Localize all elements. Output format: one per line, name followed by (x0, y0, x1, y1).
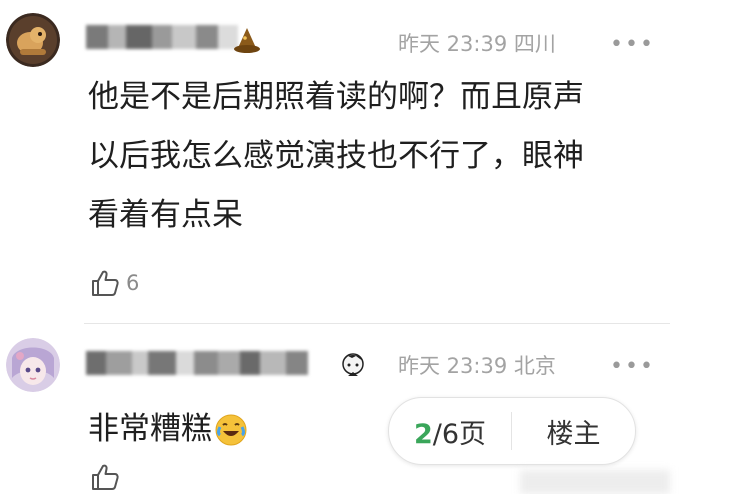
owner-only-button[interactable]: 楼主 (512, 412, 635, 451)
avatar[interactable] (6, 13, 60, 67)
blurred-region (520, 470, 670, 494)
thumbs-up-icon (92, 270, 119, 296)
total-pages: /6页 (432, 418, 487, 450)
like-button[interactable]: 6 (90, 268, 139, 298)
comment-meta: 昨天 23:39 四川 (398, 28, 556, 58)
comment-meta: 昨天 23:39 北京 (398, 350, 556, 380)
comment-time: 昨天 23:39 (398, 354, 508, 378)
comment-item: 昨天 23:39 四川 ••• 他是不是后期照着读的啊？而且原声 以后我怎么感觉… (0, 0, 754, 320)
comment-text: 非常糟糕 (88, 400, 248, 459)
wizard-hat-icon (232, 26, 262, 56)
comment-text: 他是不是后期照着读的啊？而且原声 以后我怎么感觉演技也不行了，眼神 看着有点呆 (88, 68, 584, 245)
comment-text-line: 非常糟糕 (88, 411, 212, 447)
comment-location: 四川 (513, 32, 556, 56)
comment-text-line: 他是不是后期照着读的啊？而且原声 (88, 79, 584, 115)
current-page: 2 (413, 418, 433, 450)
more-options-icon[interactable]: ••• (610, 356, 655, 378)
username-blurred[interactable] (86, 348, 308, 378)
more-options-icon[interactable]: ••• (610, 34, 655, 56)
crying-laughing-emoji-icon (215, 414, 247, 445)
thumbs-up-icon (92, 464, 119, 490)
divider (84, 323, 670, 324)
avatar[interactable] (6, 338, 60, 392)
comment-location: 北京 (513, 354, 556, 378)
page-navigator: 2/6页 楼主 (388, 397, 636, 465)
like-button[interactable] (90, 462, 120, 492)
comment-text-line: 看着有点呆 (88, 197, 243, 233)
username-blurred[interactable] (86, 22, 238, 52)
cartoon-face-icon (338, 350, 368, 380)
comment-time: 昨天 23:39 (398, 32, 508, 56)
comment-text-line: 以后我怎么感觉演技也不行了，眼神 (88, 138, 584, 174)
like-count: 6 (126, 271, 140, 295)
page-indicator-button[interactable]: 2/6页 (389, 412, 511, 451)
